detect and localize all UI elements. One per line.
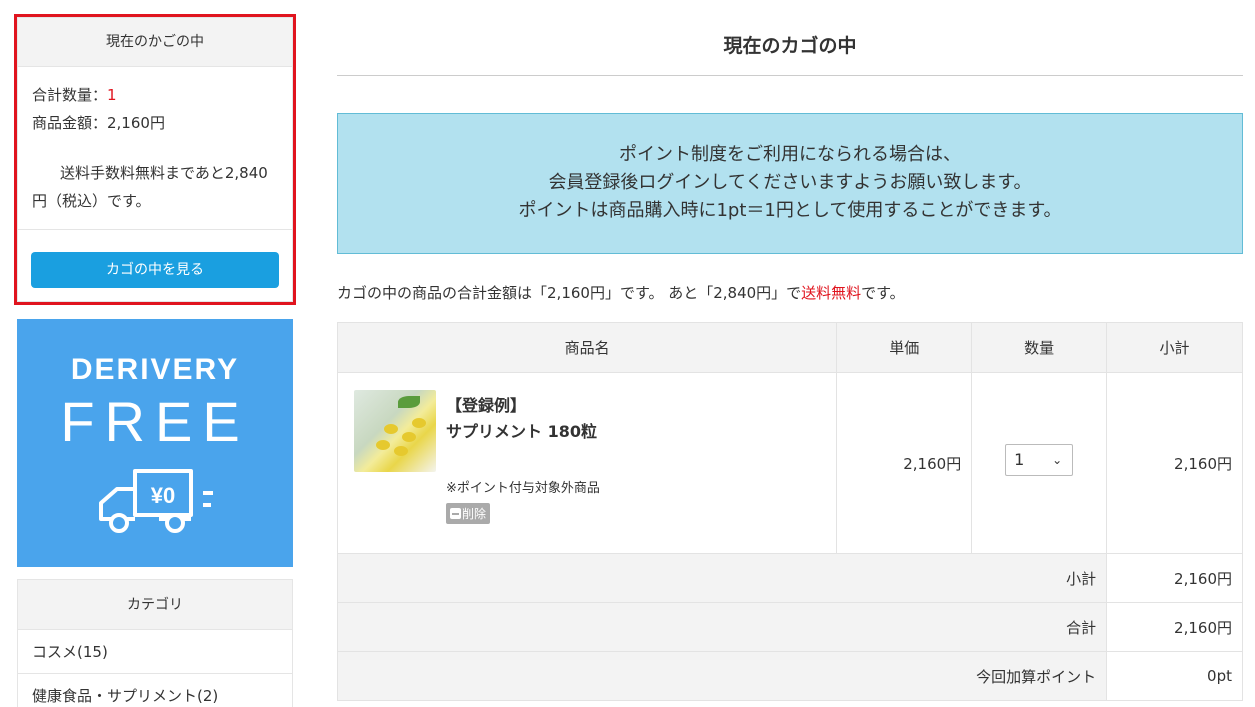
banner-price-tag: ¥0 xyxy=(151,483,175,508)
summary-text-end: です。 xyxy=(861,284,905,302)
header-subtotal: 小計 xyxy=(1106,322,1243,373)
points-label: 今回加算ポイント xyxy=(336,651,1108,701)
view-cart-button[interactable]: カゴの中を見る xyxy=(31,252,279,288)
product-image[interactable] xyxy=(354,390,436,472)
subtotal-row: 小計 2,160円 xyxy=(336,553,1243,603)
minus-icon xyxy=(450,508,461,519)
sidebar: 現在のかごの中 合計数量：1 商品金額：2,160円 送料手数料無料まであと2,… xyxy=(14,14,296,707)
main-content: 現在のカゴの中 ポイント制度をご利用になられる場合は、 会員登録後ログインしてく… xyxy=(336,14,1243,701)
category-title: カテゴリ xyxy=(18,580,292,630)
notice-line: ポイントは商品購入時に1pt＝1円として使用することができます。 xyxy=(518,200,1062,221)
product-cell: 【登録例】 サプリメント 180粒 ※ポイント付与対象外商品 削除 xyxy=(336,372,838,554)
subtotal-label: 小計 xyxy=(336,553,1108,603)
cart-qty: 合計数量：1 xyxy=(32,81,278,109)
total-row: 合計 2,160円 xyxy=(336,602,1243,652)
header-quantity: 数量 xyxy=(971,322,1108,373)
table-row: 【登録例】 サプリメント 180粒 ※ポイント付与対象外商品 削除 2,160円… xyxy=(336,372,1243,554)
cart-widget-body: 合計数量：1 商品金額：2,160円 送料手数料無料まであと2,840円（税込）… xyxy=(18,67,292,230)
total-value: 2,160円 xyxy=(1106,602,1243,652)
cart-qty-label: 合計数量： xyxy=(32,86,108,104)
delete-button[interactable]: 削除 xyxy=(446,503,491,524)
item-subtotal: 2,160円 xyxy=(1106,372,1243,554)
cart-widget-title: 現在のかごの中 xyxy=(18,18,292,67)
page-title: 現在のカゴの中 xyxy=(337,14,1243,76)
total-label: 合計 xyxy=(336,602,1108,652)
notice-line: ポイント制度をご利用になられる場合は、 xyxy=(619,144,961,165)
banner-line2: FREE xyxy=(60,390,250,453)
header-unit-price: 単価 xyxy=(836,322,973,373)
summary-text: カゴの中の商品の合計金額は「2,160円」です。 あと「2,840円」で xyxy=(337,284,802,302)
table-header-row: 商品名 単価 数量 小計 xyxy=(336,322,1243,373)
points-row: 今回加算ポイント 0pt xyxy=(336,651,1243,701)
product-name-line2[interactable]: サプリメント 180粒 xyxy=(446,419,600,445)
point-exclusion-note: ※ポイント付与対象外商品 xyxy=(446,481,600,496)
header-product-name: 商品名 xyxy=(336,322,838,373)
category-item-cosme[interactable]: コスメ(15) xyxy=(18,630,292,674)
cart-amount: 商品金額：2,160円 xyxy=(32,114,165,132)
cart-qty-value: 1 xyxy=(107,86,117,104)
point-notice: ポイント制度をご利用になられる場合は、 会員登録後ログインしてくださいますようお… xyxy=(337,113,1243,254)
free-shipping-text: 送料無料 xyxy=(801,284,862,302)
quantity-cell: 1 ⌄ xyxy=(971,372,1108,554)
cart-summary: カゴの中の商品の合計金額は「2,160円」です。 あと「2,840円」で送料無料… xyxy=(337,282,1243,303)
truck-icon: ¥0 xyxy=(99,469,213,533)
product-name-line1[interactable]: 【登録例】 xyxy=(446,393,600,419)
quantity-select[interactable]: 1 ⌄ xyxy=(1005,443,1074,476)
cart-table: 商品名 単価 数量 小計 【登録例】 サプリメント 180粒 ※ポイント付与対象… xyxy=(336,322,1243,701)
banner-line1: DERIVERY xyxy=(70,353,240,386)
delete-label: 削除 xyxy=(462,507,487,521)
subtotal-value: 2,160円 xyxy=(1106,553,1243,603)
unit-price: 2,160円 xyxy=(836,372,973,554)
notice-line: 会員登録後ログインしてくださいますようお願い致します。 xyxy=(548,172,1032,193)
category-box: カテゴリ コスメ(15) 健康食品・サプリメント(2) xyxy=(17,579,293,707)
free-delivery-banner[interactable]: DERIVERY FREE ¥0 xyxy=(17,319,293,567)
cart-widget: 現在のかごの中 合計数量：1 商品金額：2,160円 送料手数料無料まであと2,… xyxy=(14,14,296,305)
points-value: 0pt xyxy=(1106,651,1243,701)
quantity-value: 1 xyxy=(1014,449,1025,469)
category-item-supplement[interactable]: 健康食品・サプリメント(2) xyxy=(18,674,292,707)
chevron-down-icon: ⌄ xyxy=(1052,452,1063,467)
shipping-note: 送料手数料無料まであと2,840円（税込）です。 xyxy=(32,164,268,210)
